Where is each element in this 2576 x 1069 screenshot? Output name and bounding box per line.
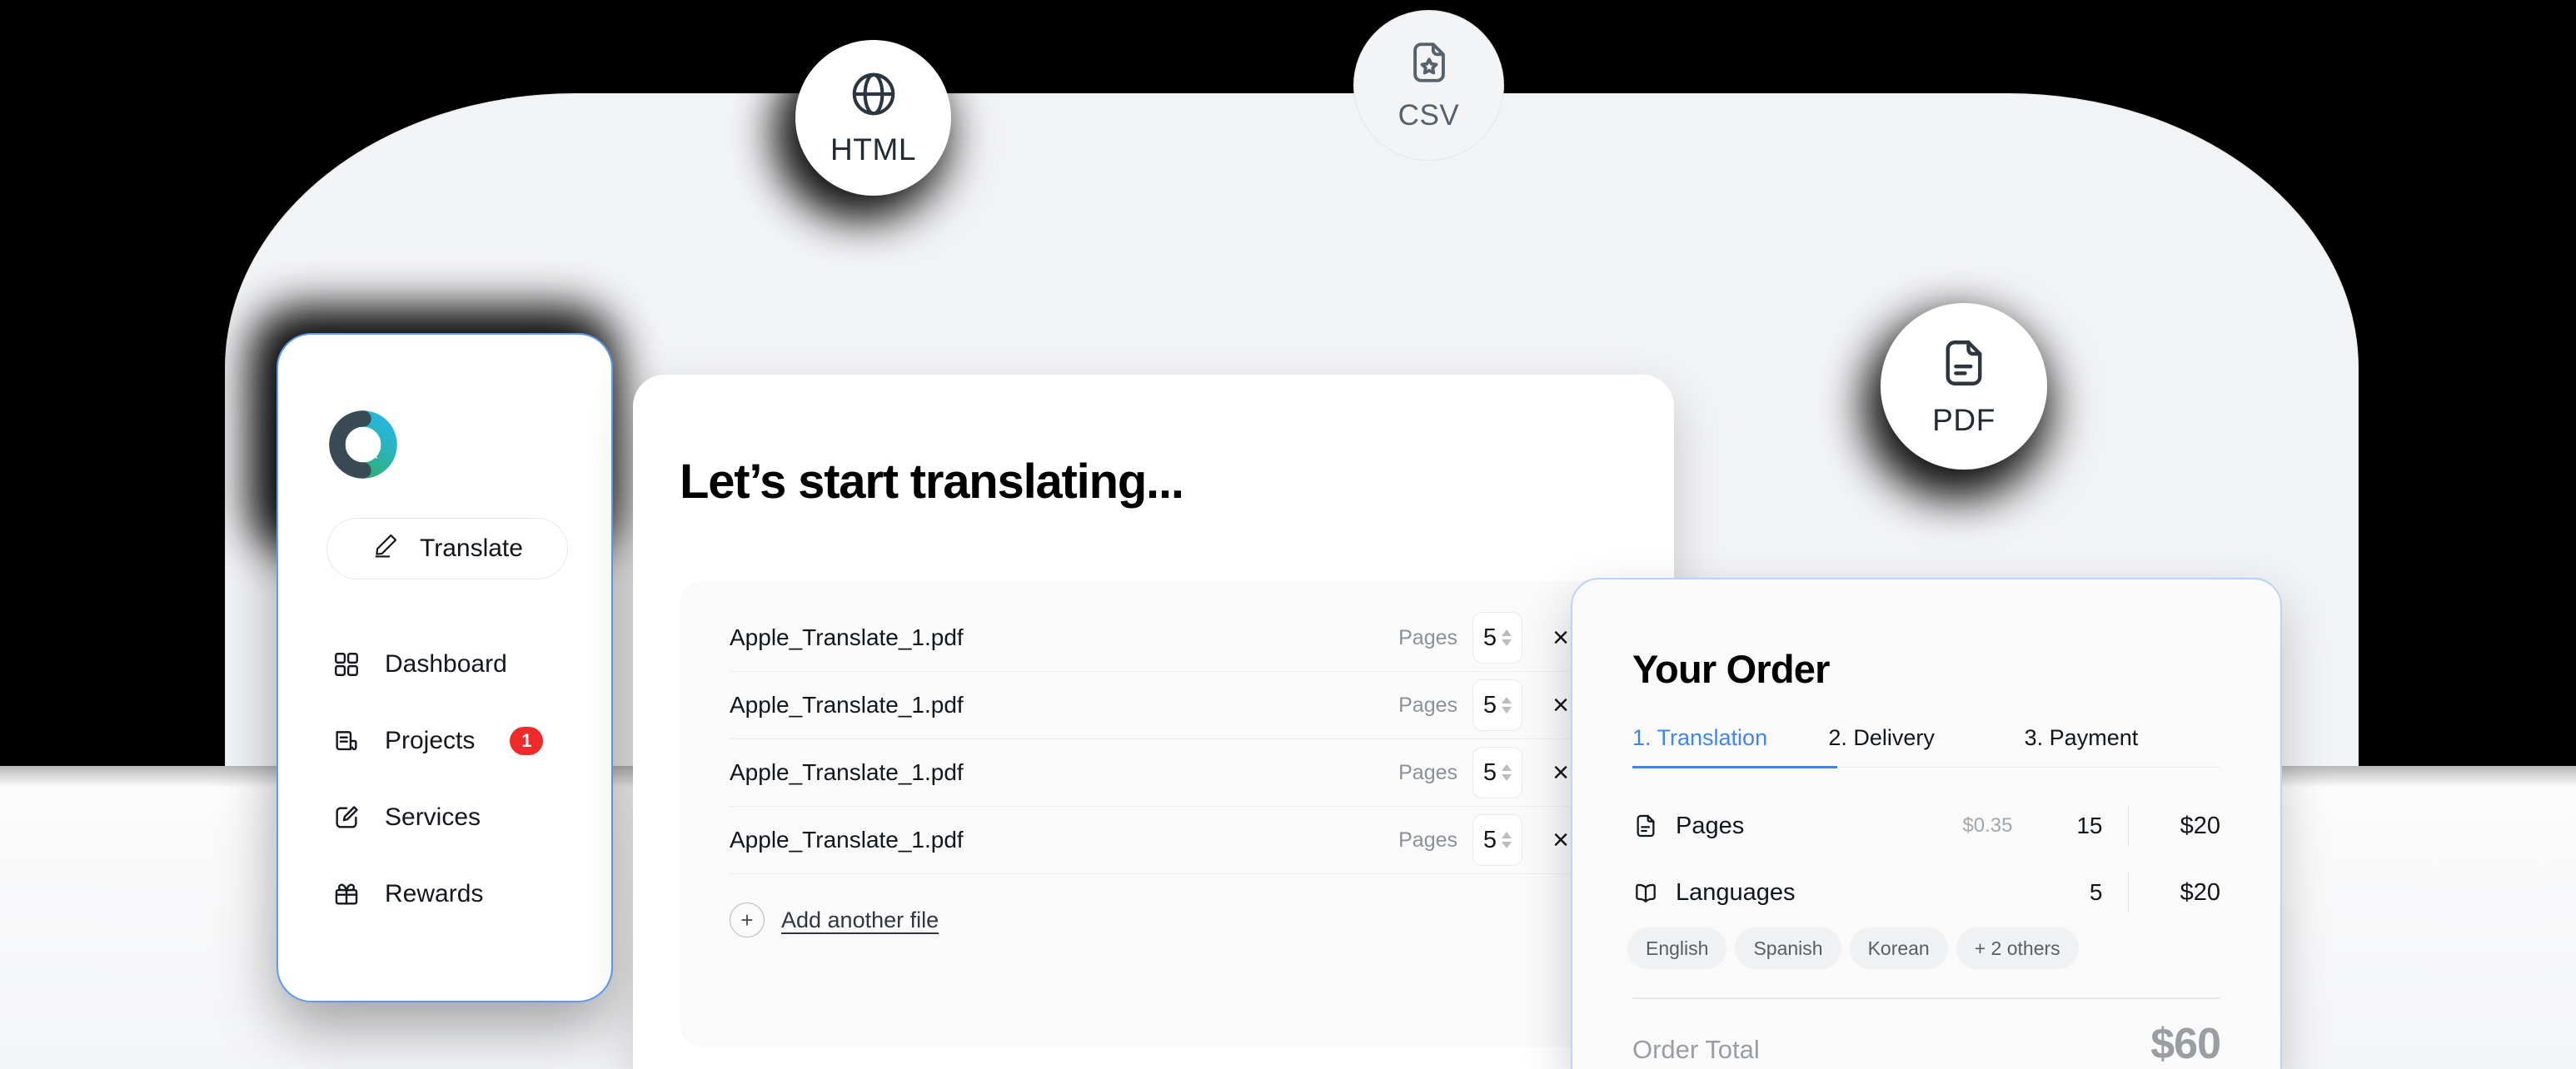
order-title: Your Order xyxy=(1632,647,1830,691)
remove-file-button[interactable]: × xyxy=(1522,758,1569,787)
pages-value: 5 xyxy=(1482,691,1497,718)
stepper-arrows[interactable] xyxy=(1502,697,1512,713)
pages-stepper[interactable]: 5 xyxy=(1472,612,1522,664)
divider xyxy=(1632,997,2220,999)
stepper-arrows[interactable] xyxy=(1502,764,1512,781)
page-title: Let’s start translating... xyxy=(680,455,1184,509)
book-icon xyxy=(1632,879,1676,906)
chevron-down-icon[interactable] xyxy=(1502,639,1512,646)
order-row-price: $20 xyxy=(2180,878,2220,906)
clipboard-icon xyxy=(330,724,363,758)
chevron-up-icon[interactable] xyxy=(1502,697,1512,704)
sidebar-nav: Dashboard Projects 1 Services Rewards xyxy=(278,626,611,932)
order-row-price: $20 xyxy=(2180,812,2220,839)
pages-label: Pages xyxy=(1398,828,1457,852)
sidebar-item-label: Rewards xyxy=(385,880,484,907)
file-text-icon xyxy=(1936,336,1991,395)
chevron-up-icon[interactable] xyxy=(1502,764,1512,771)
file-name: Apple_Translate_1.pdf xyxy=(730,624,964,650)
translate-button[interactable]: Translate xyxy=(326,518,568,579)
chevron-down-icon[interactable] xyxy=(1502,707,1512,713)
file-type-badge-html[interactable]: HTML xyxy=(795,40,951,196)
file-name: Apple_Translate_1.pdf xyxy=(730,759,964,785)
table-row[interactable]: Apple_Translate_1.pdf Pages 5 × xyxy=(730,604,1569,672)
file-name: Apple_Translate_1.pdf xyxy=(730,692,964,718)
order-row-label: Languages xyxy=(1676,878,1796,906)
pencil-icon xyxy=(371,531,400,566)
sidebar-item-label: Services xyxy=(385,803,481,831)
remove-file-button[interactable]: × xyxy=(1522,691,1569,719)
order-row-languages: Languages 5 $20 xyxy=(1632,861,2220,924)
file-star-icon xyxy=(1405,38,1453,91)
sidebar-item-label: Dashboard xyxy=(385,650,507,678)
language-chip[interactable]: English xyxy=(1627,927,1727,969)
add-another-file-button[interactable]: + Add another file xyxy=(730,902,1569,937)
stepper-arrows[interactable] xyxy=(1502,629,1512,646)
sidebar-item-dashboard[interactable]: Dashboard xyxy=(278,626,611,703)
pages-label: Pages xyxy=(1398,693,1457,717)
order-row-qty: 15 xyxy=(2076,813,2103,838)
pages-label: Pages xyxy=(1398,625,1457,649)
chevron-down-icon[interactable] xyxy=(1502,842,1512,848)
pages-stepper[interactable]: 5 xyxy=(1472,814,1522,866)
pages-value: 5 xyxy=(1482,624,1497,651)
pages-label: Pages xyxy=(1398,760,1457,784)
document-icon xyxy=(1632,813,1676,839)
pages-value: 5 xyxy=(1482,758,1497,786)
pages-value: 5 xyxy=(1482,826,1497,853)
tab-translation[interactable]: 1. Translation xyxy=(1632,725,1838,768)
pages-stepper[interactable]: 5 xyxy=(1472,747,1522,798)
sidebar-item-rewards[interactable]: Rewards xyxy=(278,856,611,932)
chevron-down-icon[interactable] xyxy=(1502,774,1512,781)
order-row-qty: 5 xyxy=(2089,879,2103,905)
file-name: Apple_Translate_1.pdf xyxy=(730,827,964,853)
chevron-up-icon[interactable] xyxy=(1502,832,1512,838)
language-chip-more[interactable]: + 2 others xyxy=(1956,927,2079,969)
chevron-up-icon[interactable] xyxy=(1502,629,1512,636)
translate-button-label: Translate xyxy=(420,534,523,562)
globe-icon xyxy=(848,68,899,124)
remove-file-button[interactable]: × xyxy=(1522,826,1569,854)
remove-file-button[interactable]: × xyxy=(1522,624,1569,652)
file-type-label: PDF xyxy=(1932,402,1996,437)
screenshot-stage: HTML CSV PDF Translate Dashboard Project… xyxy=(0,0,2576,1069)
file-list-panel: Apple_Translate_1.pdf Pages 5 × Apple_Tr… xyxy=(680,581,1619,1047)
brand-logo xyxy=(328,410,398,480)
order-total-label: Order Total xyxy=(1632,1035,1760,1064)
order-total-row: Order Total $60 xyxy=(1632,1019,2221,1069)
sidebar-item-services[interactable]: Services xyxy=(278,779,611,856)
tab-delivery[interactable]: 2. Delivery xyxy=(1828,725,2024,767)
stepper-arrows[interactable] xyxy=(1502,832,1512,848)
order-row-unit-price: $0.35 xyxy=(1962,814,2013,837)
order-row-label: Pages xyxy=(1676,812,1745,839)
order-tabs: 1. Translation 2. Delivery 3. Payment xyxy=(1632,725,2220,768)
order-total-value: $60 xyxy=(2150,1020,2221,1068)
order-summary-card: Your Order 1. Translation 2. Delivery 3.… xyxy=(1571,578,2282,1069)
order-row-pages: Pages $0.35 15 $20 xyxy=(1632,794,2220,858)
grid-icon xyxy=(330,648,363,681)
main-content-card: Let’s start translating... Apple_Transla… xyxy=(633,375,1674,1069)
language-chip[interactable]: Korean xyxy=(1849,927,1948,969)
file-type-label: HTML xyxy=(830,132,917,167)
sidebar-panel: Translate Dashboard Projects 1 Services … xyxy=(277,333,613,1002)
gift-icon xyxy=(330,878,363,911)
plus-circle-icon: + xyxy=(730,902,765,937)
file-type-badge-pdf[interactable]: PDF xyxy=(1881,303,2047,470)
pages-stepper[interactable]: 5 xyxy=(1472,679,1522,731)
language-chip[interactable]: Spanish xyxy=(1735,927,1841,969)
status-badge: 1 xyxy=(510,727,544,755)
file-type-label: CSV xyxy=(1398,99,1460,132)
sidebar-item-projects[interactable]: Projects 1 xyxy=(278,703,611,779)
table-row[interactable]: Apple_Translate_1.pdf Pages 5 × xyxy=(730,739,1569,807)
tab-payment[interactable]: 3. Payment xyxy=(2025,725,2220,767)
add-another-file-label: Add another file xyxy=(781,907,939,932)
edit-square-icon xyxy=(330,801,363,834)
sidebar-item-label: Projects xyxy=(385,727,476,754)
file-type-badge-csv[interactable]: CSV xyxy=(1353,10,1504,161)
table-row[interactable]: Apple_Translate_1.pdf Pages 5 × xyxy=(730,807,1569,874)
table-row[interactable]: Apple_Translate_1.pdf Pages 5 × xyxy=(730,672,1569,739)
language-chip-list: English Spanish Korean + 2 others xyxy=(1627,927,2079,969)
